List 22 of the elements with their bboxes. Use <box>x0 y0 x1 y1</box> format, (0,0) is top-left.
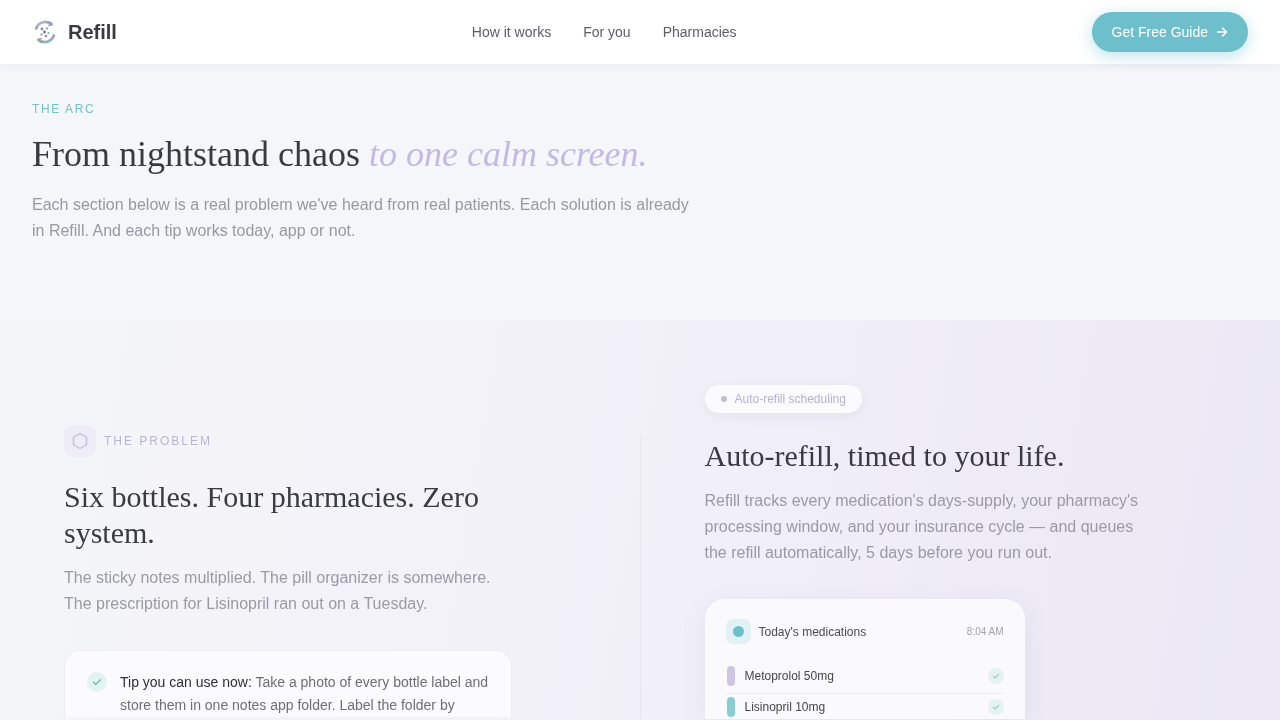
dot-icon <box>720 396 727 402</box>
section-eyebrow: THE PROBLEM <box>104 434 212 448</box>
solution-description: Refill tracks every medication's days-supply, your pharmacy's processing window, and your insurance cycle — and queues the refill automatically, 5 days before you run out. <box>704 491 1140 563</box>
solution-heading: Auto-refill, timed to your life. <box>704 438 1065 474</box>
tip-text: Tip you can use now: Take a photo of every bottle label and store them in one notes app folder. Label the folder by <box>120 673 489 715</box>
nav-link[interactable]: How it works <box>471 24 552 40</box>
medication-name: Metoprolol 50mg <box>744 669 834 683</box>
problem-heading: Six bottles. Four pharmacies. Zero system. <box>64 479 480 551</box>
hero-heading: From nightstand chaos to one calm screen. <box>32 133 648 176</box>
check-icon <box>87 672 107 692</box>
problem-description: The sticky notes multiplied. The pill organizer is somewhere. The prescription for Lisinopril ran out on a Tuesday. <box>64 568 492 614</box>
hero-description: Each section below is a real problem we've heard from real patients. Each solution is already in Refill. And each tip works today, app or not. <box>32 195 690 241</box>
card-title: Today's medications <box>758 624 867 639</box>
card-time: 8:04 AM <box>966 626 1004 637</box>
brand-name: Refill <box>68 20 117 44</box>
arrow-right-icon <box>1216 26 1228 38</box>
logo-icon <box>32 19 58 45</box>
medication-name: Lisinopril 10mg <box>744 699 826 714</box>
nav-link[interactable]: For you <box>583 24 631 40</box>
feature-chip: Auto-refill scheduling <box>704 385 862 413</box>
nav-link[interactable]: Pharmacies <box>662 24 737 40</box>
section-eyebrow: THE ARC <box>32 102 96 116</box>
